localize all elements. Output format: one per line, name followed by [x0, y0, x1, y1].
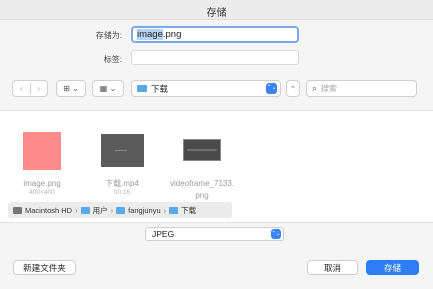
folder-icon: [137, 85, 147, 92]
location-label: 下载: [151, 83, 169, 94]
file-name-continued: png: [195, 191, 209, 200]
search-placeholder: 搜索: [321, 84, 338, 93]
filename-selected-text: image: [137, 29, 163, 40]
forward-button[interactable]: ›: [31, 84, 48, 93]
hard-drive-icon: [13, 206, 22, 214]
browser-toolbar: ‹ › ⊞ ⌄ ▦ ⌄ 下载 ⌃⌄ ⌃ ⌕ 搜索: [0, 80, 433, 104]
chevron-right-icon: ›: [110, 205, 114, 215]
chevron-right-icon: ›: [163, 205, 167, 215]
path-label: Macintosh HD: [25, 205, 73, 215]
file-item[interactable]: 下载.mp4 00:16: [87, 127, 157, 197]
back-button[interactable]: ‹: [13, 84, 30, 93]
path-item-downloads[interactable]: 下载: [169, 205, 196, 216]
format-value: JPEG: [152, 229, 175, 239]
search-icon: ⌕: [312, 83, 318, 93]
filename-extension: .png: [162, 29, 182, 40]
back-forward-group: ‹ ›: [12, 80, 48, 97]
path-label: 下载: [181, 205, 197, 215]
location-select[interactable]: 下载 ⌃⌄: [131, 80, 281, 97]
path-item-macintosh-hd[interactable]: Macintosh HD: [13, 206, 72, 215]
search-input[interactable]: ⌕ 搜索: [306, 80, 417, 97]
file-meta: 00:16: [113, 189, 131, 196]
select-stepper-icon: ⌃⌄: [271, 229, 281, 239]
path-item-home[interactable]: fangjunyu: [116, 206, 161, 215]
downloads-folder-icon: [169, 206, 179, 214]
path-bar: Macintosh HD › 用户 › fangjunyu › 下载: [8, 202, 232, 218]
path-item-users[interactable]: 用户: [80, 205, 108, 216]
thumbnail: [7, 127, 77, 177]
file-name: 下载.mp4: [105, 179, 139, 188]
thumbnail: [87, 127, 157, 177]
title-bar: 存储: [0, 0, 433, 20]
new-folder-button[interactable]: 新建文件夹: [13, 260, 76, 275]
tags-label: 标签:: [103, 55, 122, 64]
divider: [0, 110, 433, 111]
cancel-button[interactable]: 取消: [307, 260, 358, 275]
file-name: image.png: [23, 179, 61, 188]
file-item[interactable]: image.png 400×400: [7, 127, 77, 197]
thumbnail: [167, 127, 237, 177]
filename-input[interactable]: image.png: [131, 26, 299, 43]
format-select[interactable]: JPEG ⌃⌄: [145, 227, 284, 241]
file-name: videoframe_7133.: [169, 179, 235, 188]
video-thumbnail: [101, 134, 144, 167]
tags-input[interactable]: [131, 50, 299, 65]
save-as-label: 存储为:: [95, 31, 122, 40]
save-options-panel: 存储为: image.png 标签: ‹ › ⊞ ⌄ ▦ ⌄ 下载 ⌃⌄ ⌃ ⌕…: [0, 20, 433, 110]
select-stepper-icon: ⌃⌄: [266, 83, 277, 94]
image-thumbnail: [23, 132, 61, 170]
file-item[interactable]: videoframe_7133. png: [167, 127, 237, 201]
folder-icon: [80, 206, 90, 214]
expand-button[interactable]: ⌃: [286, 80, 300, 97]
path-label: fangjunyu: [128, 205, 161, 215]
home-folder-icon: [116, 206, 126, 214]
save-button[interactable]: 存储: [366, 260, 419, 275]
window-title: 存储: [206, 8, 227, 19]
group-view-button[interactable]: ▦ ⌄: [92, 80, 124, 97]
path-label: 用户: [92, 205, 108, 215]
chevron-right-icon: ›: [75, 205, 78, 215]
frame-thumbnail: [183, 139, 221, 161]
dialog-footer: JPEG ⌃⌄ 新建文件夹 取消 存储: [0, 222, 433, 289]
file-meta: 400×400: [29, 189, 55, 196]
icon-view-button[interactable]: ⊞ ⌄: [56, 80, 86, 97]
